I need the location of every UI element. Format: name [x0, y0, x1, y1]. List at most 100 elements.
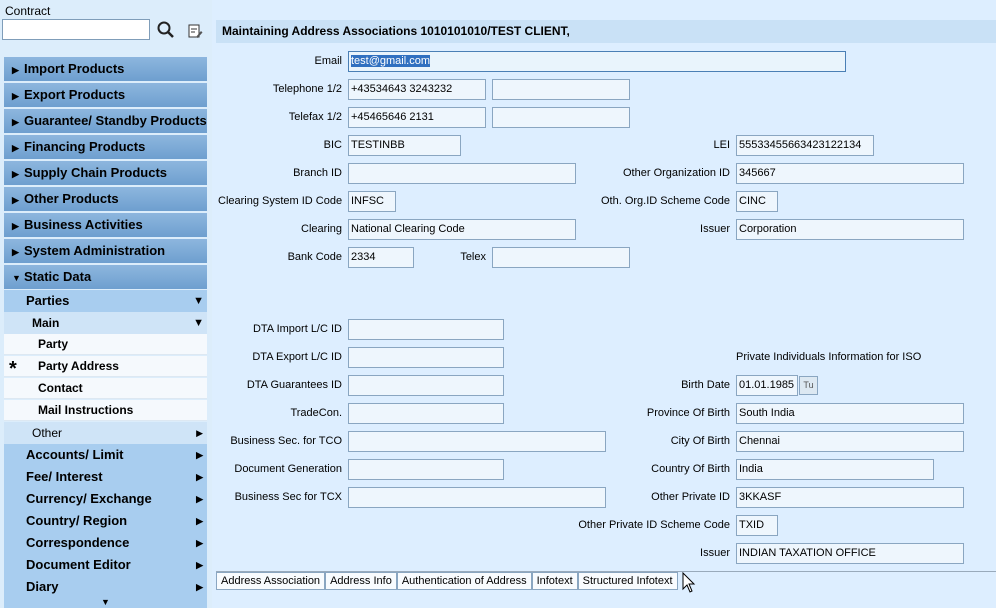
menu-system-administration[interactable]: ▶ System Administration: [4, 239, 207, 263]
submenu-label: Correspondence: [26, 535, 130, 550]
private-individuals-heading: Private Individuals Information for ISO: [736, 351, 922, 363]
country-birth-label: Country Of Birth: [651, 463, 730, 475]
nav-item-contact[interactable]: Contact: [4, 378, 207, 399]
submenu-label: Main: [32, 316, 60, 330]
city-birth-field[interactable]: Chennai: [736, 431, 964, 452]
expand-arrow-icon: ▶: [196, 516, 203, 526]
menu-label: Other Products: [24, 191, 119, 206]
doc-generation-label: Document Generation: [234, 463, 342, 475]
submenu-parties[interactable]: Parties ▼: [4, 290, 207, 312]
dta-import-label: DTA Import L/C ID: [252, 323, 342, 335]
city-birth-label: City Of Birth: [670, 435, 730, 447]
submenu-document-editor[interactable]: Document Editor ▶: [4, 554, 207, 576]
active-item-star-icon: *: [9, 358, 17, 380]
branch-id-label: Branch ID: [293, 167, 342, 179]
tab-infotext[interactable]: Infotext: [531, 572, 578, 590]
telephone1-field[interactable]: +43534643 3243232: [348, 79, 486, 100]
telephone2-field[interactable]: [492, 79, 630, 100]
submenu-correspondence[interactable]: Correspondence ▶: [4, 532, 207, 554]
expand-arrow-icon: ▶: [12, 220, 19, 231]
collapse-arrow-icon: ▼: [12, 272, 21, 283]
submenu-currency-exchange[interactable]: Currency/ Exchange ▶: [4, 488, 207, 510]
email-field[interactable]: test@gmail.com: [348, 51, 846, 72]
submenu-other[interactable]: Other ▶: [4, 422, 207, 444]
telephone-label: Telephone 1/2: [272, 83, 342, 95]
contract-input[interactable]: [2, 19, 150, 40]
menu-static-data[interactable]: ▼ Static Data: [4, 265, 207, 289]
menu-supply-chain-products[interactable]: ▶ Supply Chain Products: [4, 161, 207, 185]
expand-arrow-icon: ▶: [12, 246, 19, 257]
doc-generation-field[interactable]: [348, 459, 504, 480]
nav-item-mail-instructions[interactable]: Mail Instructions: [4, 400, 207, 421]
telex-label: Telex: [460, 251, 486, 263]
telefax2-field[interactable]: [492, 107, 630, 128]
expand-arrow-icon: ▶: [196, 538, 203, 548]
menu-export-products[interactable]: ▶ Export Products: [4, 83, 207, 107]
dta-export-label: DTA Export L/C ID: [252, 351, 342, 363]
menu-other-products[interactable]: ▶ Other Products: [4, 187, 207, 211]
page-title: Maintaining Address Associations 1010101…: [216, 20, 996, 43]
menu-guarantee-products[interactable]: ▶ Guarantee/ Standby Products: [4, 109, 207, 133]
tab-authentication-of-address[interactable]: Authentication of Address: [396, 572, 532, 590]
clearing-field[interactable]: National Clearing Code: [348, 219, 576, 240]
other-private-scheme-label: Other Private ID Scheme Code: [578, 519, 730, 531]
expand-arrow-icon: ▶: [196, 428, 203, 438]
country-birth-field[interactable]: India: [736, 459, 934, 480]
business-tco-field[interactable]: [348, 431, 606, 452]
lei-field[interactable]: 55533455663423122134: [736, 135, 874, 156]
nav-item-party-address[interactable]: Party Address: [4, 356, 207, 377]
telefax1-field[interactable]: +45465646 2131: [348, 107, 486, 128]
telex-field[interactable]: [492, 247, 630, 268]
tab-address-association[interactable]: Address Association: [216, 572, 326, 590]
submenu-label: Document Editor: [26, 557, 131, 572]
expand-arrow-icon: ▶: [12, 194, 19, 205]
menu-label: Supply Chain Products: [24, 165, 168, 180]
dta-import-field[interactable]: [348, 319, 504, 340]
menu-business-activities[interactable]: ▶ Business Activities: [4, 213, 207, 237]
submenu-label: Other: [32, 426, 63, 440]
tab-structured-infotext[interactable]: Structured Infotext: [577, 572, 678, 590]
dta-guarantees-label: DTA Guarantees ID: [246, 379, 342, 391]
dta-guarantees-field[interactable]: [348, 375, 504, 396]
tradecon-field[interactable]: [348, 403, 504, 424]
calendar-icon[interactable]: Tu: [799, 376, 818, 395]
contract-label: Contract: [5, 4, 51, 18]
branch-id-field[interactable]: [348, 163, 576, 184]
submenu-label: Diary: [26, 579, 59, 594]
province-birth-field[interactable]: South India: [736, 403, 964, 424]
submenu-fee-interest[interactable]: Fee/ Interest ▶: [4, 466, 207, 488]
business-tcx-field[interactable]: [348, 487, 606, 508]
birth-date-label: Birth Date: [681, 379, 730, 391]
birth-date-field[interactable]: 01.01.1985: [736, 375, 798, 396]
submenu-accounts-limit[interactable]: Accounts/ Limit ▶: [4, 444, 207, 466]
tab-strip: Address Association Address Info Authent…: [216, 572, 678, 590]
other-private-scheme-field[interactable]: TXID: [736, 515, 778, 536]
oth-org-scheme-field[interactable]: CINC: [736, 191, 778, 212]
bic-field[interactable]: TESTINBB: [348, 135, 461, 156]
issuer-field[interactable]: Corporation: [736, 219, 964, 240]
other-private-id-field[interactable]: 3KKASF: [736, 487, 964, 508]
issuer2-field[interactable]: INDIAN TAXATION OFFICE: [736, 543, 964, 564]
nav-item-party[interactable]: Party: [4, 334, 207, 355]
submenu-country-region[interactable]: Country/ Region ▶: [4, 510, 207, 532]
clearing-system-id-field[interactable]: INFSC: [348, 191, 396, 212]
dta-export-field[interactable]: [348, 347, 504, 368]
bic-label: BIC: [323, 139, 342, 151]
expand-arrow-icon: ▶: [196, 472, 203, 482]
bank-code-field[interactable]: 2334: [348, 247, 414, 268]
issuer2-label: Issuer: [700, 547, 730, 559]
province-birth-label: Province Of Birth: [646, 407, 730, 419]
submenu-main[interactable]: Main ▼: [4, 312, 207, 334]
menu-financing-products[interactable]: ▶ Financing Products: [4, 135, 207, 159]
submenu-diary[interactable]: Diary ▶: [4, 576, 207, 598]
scroll-down-icon[interactable]: ▼: [4, 597, 207, 608]
telefax-label: Telefax 1/2: [288, 111, 342, 123]
menu-import-products[interactable]: ▶ Import Products: [4, 57, 207, 81]
edit-document-icon[interactable]: [186, 22, 206, 42]
expand-arrow-icon: ▶: [196, 560, 203, 570]
bank-code-label: Bank Code: [287, 251, 342, 263]
clearing-system-id-label: Clearing System ID Code: [218, 195, 343, 207]
tab-address-info[interactable]: Address Info: [325, 572, 397, 590]
search-icon[interactable]: [156, 20, 178, 42]
other-org-id-field[interactable]: 345667: [736, 163, 964, 184]
